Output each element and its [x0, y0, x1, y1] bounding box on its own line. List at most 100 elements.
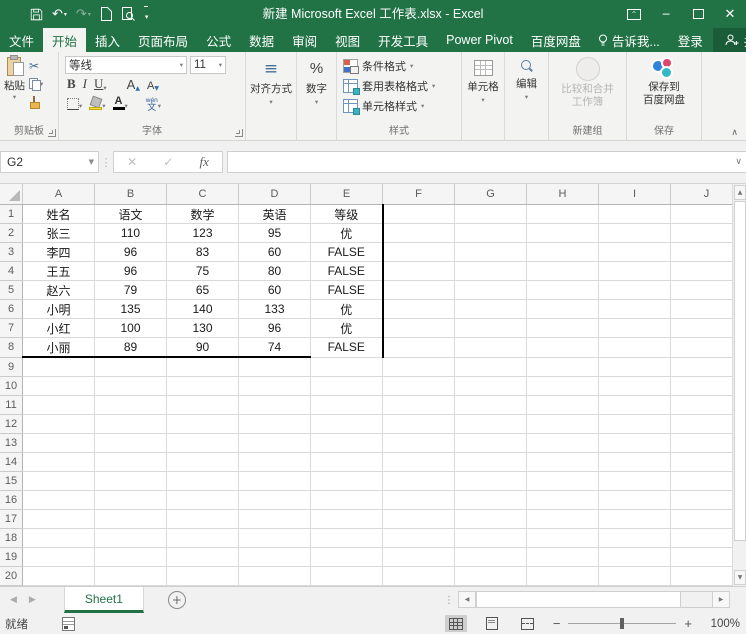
zoom-slider-handle[interactable] [620, 618, 625, 629]
cell-H9[interactable] [526, 357, 599, 377]
column-header-B[interactable]: B [94, 184, 167, 205]
previous-sheet-icon[interactable]: ◀ [10, 595, 17, 605]
cell-C9[interactable] [166, 357, 239, 377]
zoom-level[interactable]: 100% [702, 618, 746, 630]
cell-H10[interactable] [526, 376, 599, 396]
cell-F14[interactable] [382, 452, 455, 472]
next-sheet-icon[interactable]: ▶ [29, 595, 36, 605]
cell-H12[interactable] [526, 414, 599, 434]
format-as-table-button[interactable]: 套用表格格式 ▾ [343, 78, 461, 95]
cell-H6[interactable] [526, 299, 599, 319]
row-header-20[interactable]: 20 [0, 566, 23, 586]
cell-C10[interactable] [166, 376, 239, 396]
column-header-G[interactable]: G [454, 184, 527, 205]
tab-developer[interactable]: 开发工具 [369, 28, 437, 52]
cell-F15[interactable] [382, 471, 455, 491]
cell-E9[interactable] [310, 357, 383, 377]
cell-B13[interactable] [94, 433, 167, 453]
tab-home[interactable]: 开始 [43, 28, 87, 52]
cell-B14[interactable] [94, 452, 167, 472]
scroll-track[interactable] [681, 591, 712, 608]
cell-B15[interactable] [94, 471, 167, 491]
cell-B2[interactable]: 110 [94, 223, 167, 243]
cell-F1[interactable] [382, 204, 455, 224]
cell-F8[interactable] [382, 337, 455, 358]
scroll-right-icon[interactable]: ▶ [712, 591, 730, 608]
share-button[interactable]: 共享 [712, 28, 746, 52]
cell-H2[interactable] [526, 223, 599, 243]
cell-D4[interactable]: 80 [238, 261, 311, 281]
cell-E6[interactable]: 优 [310, 299, 384, 319]
cell-I16[interactable] [598, 490, 671, 510]
cell-G17[interactable] [454, 509, 527, 529]
zoom-slider[interactable] [568, 618, 677, 629]
cell-H13[interactable] [526, 433, 599, 453]
cell-F19[interactable] [382, 547, 455, 567]
cell-E12[interactable] [310, 414, 383, 434]
sign-in-button[interactable]: 登录 [668, 28, 713, 52]
row-header-6[interactable]: 6 [0, 299, 23, 319]
paste-button[interactable]: 粘贴 ▾ [4, 55, 25, 124]
phonetic-guide-button[interactable]: wén 文 ▾ [146, 95, 161, 111]
row-header-9[interactable]: 9 [0, 357, 23, 377]
cell-E4[interactable]: FALSE [310, 261, 384, 281]
redo-button[interactable]: ↷ ▾ [76, 7, 91, 22]
save-to-baidu-netdisk-button[interactable]: 保存到 百度网盘 [627, 52, 701, 124]
ribbon-display-options-button[interactable]: ^ [618, 0, 650, 28]
dialog-launcher-icon[interactable] [48, 129, 56, 137]
conditional-formatting-button[interactable]: 条件格式 ▾ [343, 58, 461, 74]
compare-merge-workbooks-button[interactable]: 比较和合并 工作簿 [549, 52, 626, 124]
confirm-entry-button[interactable]: ✓ [163, 155, 173, 169]
cell-G12[interactable] [454, 414, 527, 434]
column-header-D[interactable]: D [238, 184, 311, 205]
cell-D1[interactable]: 英语 [238, 204, 311, 224]
cell-E16[interactable] [310, 490, 383, 510]
cell-E7[interactable]: 优 [310, 318, 384, 338]
cell-D17[interactable] [238, 509, 311, 529]
cell-H8[interactable] [526, 337, 599, 358]
cell-F6[interactable] [382, 299, 455, 319]
cell-G5[interactable] [454, 280, 527, 300]
fill-color-button[interactable]: ▾ [89, 95, 106, 110]
cell-G20[interactable] [454, 566, 527, 586]
cell-styles-button[interactable]: 单元格样式 ▾ [343, 98, 461, 115]
cell-F20[interactable] [382, 566, 455, 586]
cell-A1[interactable]: 姓名 [22, 204, 95, 224]
alignment-group[interactable]: ≡ 对齐方式 ▾ [246, 52, 297, 140]
cell-C14[interactable] [166, 452, 239, 472]
cell-F13[interactable] [382, 433, 455, 453]
undo-button[interactable]: ↶ ▾ [52, 7, 67, 22]
column-header-A[interactable]: A [22, 184, 95, 205]
font-size-combobox[interactable]: 11 ▾ [190, 56, 226, 74]
cell-C1[interactable]: 数学 [166, 204, 239, 224]
dialog-launcher-icon[interactable] [235, 129, 243, 137]
row-header-11[interactable]: 11 [0, 395, 23, 415]
cell-C4[interactable]: 75 [166, 261, 239, 281]
cell-A4[interactable]: 王五 [22, 261, 95, 281]
cell-F10[interactable] [382, 376, 455, 396]
cell-C17[interactable] [166, 509, 239, 529]
cell-A5[interactable]: 赵六 [22, 280, 95, 300]
cell-A8[interactable]: 小丽 [22, 337, 95, 358]
cell-A10[interactable] [22, 376, 95, 396]
copy-button[interactable]: ▾ [29, 76, 43, 91]
cell-B20[interactable] [94, 566, 167, 586]
cell-H11[interactable] [526, 395, 599, 415]
cell-I15[interactable] [598, 471, 671, 491]
cell-G9[interactable] [454, 357, 527, 377]
cell-E10[interactable] [310, 376, 383, 396]
row-header-10[interactable]: 10 [0, 376, 23, 396]
cell-B6[interactable]: 135 [94, 299, 167, 319]
cell-B16[interactable] [94, 490, 167, 510]
formula-bar-splitter[interactable]: ⋮ [99, 156, 113, 169]
row-header-2[interactable]: 2 [0, 223, 23, 243]
cell-I9[interactable] [598, 357, 671, 377]
select-all-corner[interactable] [0, 184, 23, 205]
cell-D3[interactable]: 60 [238, 242, 311, 262]
row-header-13[interactable]: 13 [0, 433, 23, 453]
cell-H7[interactable] [526, 318, 599, 338]
cell-E1[interactable]: 等级 [310, 204, 384, 224]
tab-page-layout[interactable]: 页面布局 [129, 28, 197, 52]
cell-C6[interactable]: 140 [166, 299, 239, 319]
column-header-E[interactable]: E [310, 184, 383, 205]
